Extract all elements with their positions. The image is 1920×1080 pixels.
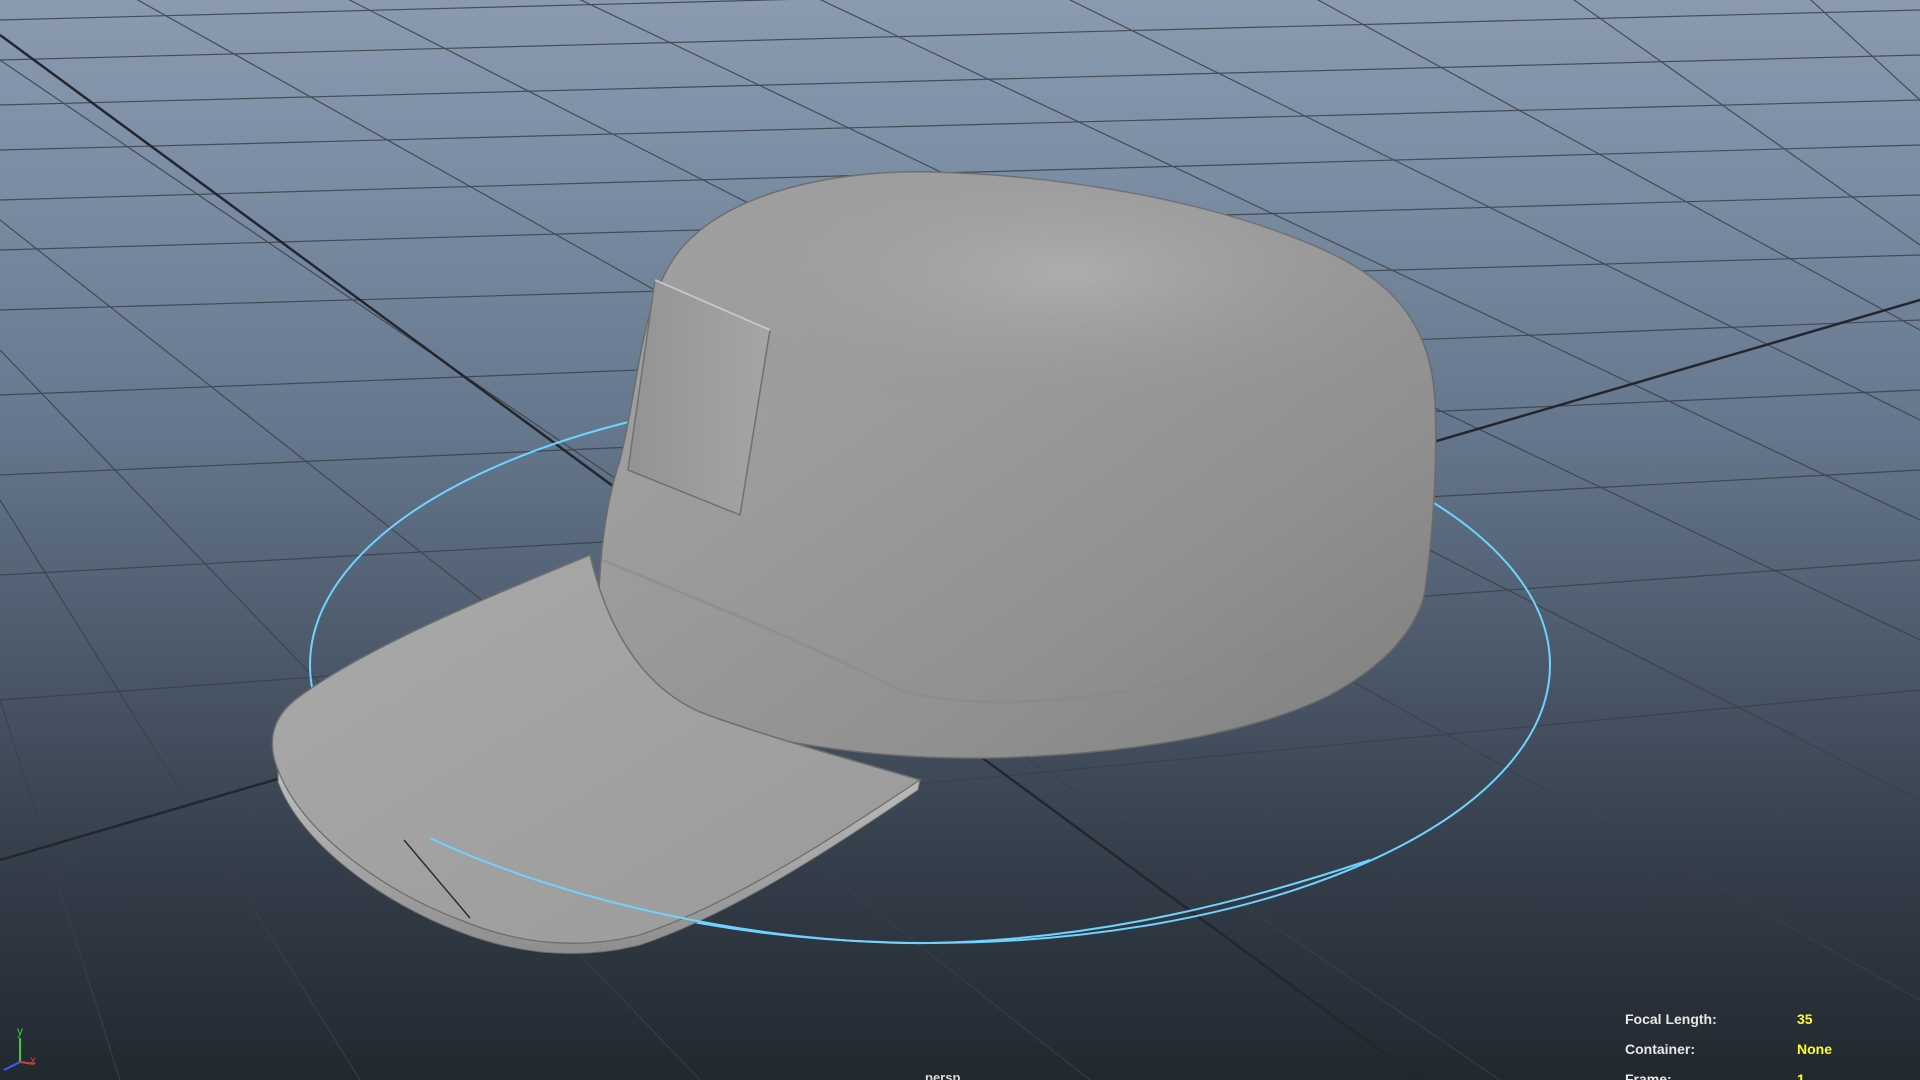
hud-frame-value: 1 <box>1797 1071 1805 1080</box>
axis-gizmo: y x <box>3 1024 36 1071</box>
hud-focal-length-label: Focal Length: <box>1625 1011 1717 1027</box>
scene-canvas[interactable] <box>0 0 1920 1080</box>
y-axis-label: y <box>17 1024 23 1038</box>
hud-frame-label: Frame: <box>1625 1071 1672 1080</box>
hud-container-label: Container: <box>1625 1041 1695 1057</box>
hud-focal-length-value: 35 <box>1797 1011 1813 1027</box>
x-axis-label: x <box>30 1053 36 1067</box>
camera-name-label: persp <box>925 1070 961 1080</box>
hud-container-value: None <box>1797 1041 1832 1057</box>
z-axis-line <box>3 1061 21 1071</box>
viewport-3d[interactable]: y x Focal Length: 35 Container: None Fra… <box>0 0 1920 1080</box>
